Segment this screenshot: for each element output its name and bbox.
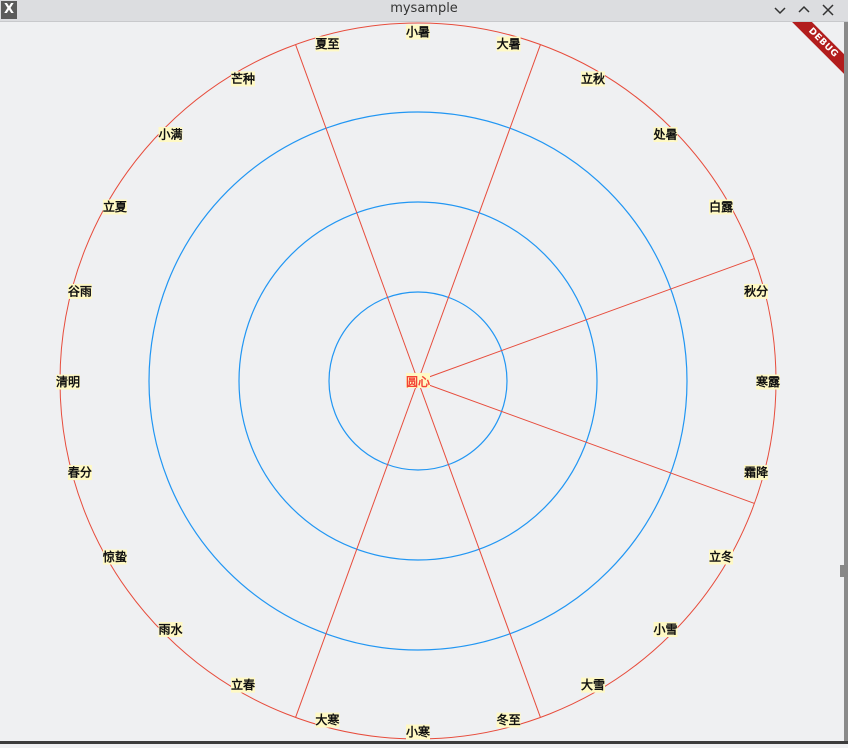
term-label: 谷雨 — [68, 283, 92, 298]
term-label: 立秋 — [581, 71, 606, 86]
debug-banner: DEBUG — [790, 22, 844, 76]
close-button[interactable] — [818, 0, 838, 20]
term-label: 寒露 — [755, 374, 781, 389]
term-label: 芒种 — [231, 71, 255, 86]
minimize-button[interactable] — [770, 0, 790, 20]
term-label: 大寒 — [315, 712, 339, 727]
term-label: 立春 — [231, 677, 256, 692]
spoke-line-5 — [417, 380, 541, 718]
spoke-line-4 — [417, 380, 755, 504]
term-label: 处暑 — [652, 127, 677, 142]
spoke-line-3 — [417, 258, 755, 382]
term-label: 小寒 — [406, 724, 430, 739]
term-label: 白露 — [709, 199, 734, 214]
term-label: 惊蛰 — [103, 549, 127, 564]
spoke-line-2 — [417, 44, 541, 382]
term-label: 清明 — [56, 374, 80, 389]
chevron-down-icon — [774, 7, 786, 15]
chevron-up-icon — [798, 5, 810, 13]
term-label: 夏至 — [315, 37, 339, 51]
term-label: 小满 — [159, 127, 183, 142]
diagram-canvas: 小暑大暑立秋处暑白露秋分寒露霜降立冬小雪大雪冬至小寒 大寒 立春 雨水 惊蛰 春分 清明 谷雨… — [0, 22, 848, 744]
debug-label: DEBUG — [790, 22, 844, 76]
term-label: 立夏 — [103, 199, 128, 214]
solar-terms-wheel: 小暑大暑立秋处暑白露秋分寒露霜降立冬小雪大雪冬至小寒 大寒 立春 雨水 惊蛰 春分 清明 谷雨… — [56, 22, 781, 740]
spoke-line-1 — [295, 44, 419, 382]
term-label: 秋分 — [744, 283, 768, 298]
term-label: 雨水 — [159, 621, 184, 636]
term-label: 大雪 — [581, 677, 605, 692]
center-label: 圆心 — [406, 375, 430, 389]
window-title: mysample — [390, 1, 458, 16]
window-edge — [844, 22, 848, 744]
term-label: 小暑 — [406, 24, 430, 39]
term-label: 大暑 — [497, 36, 521, 51]
window-edge-mark — [840, 565, 848, 577]
window-titlebar: X mysample — [0, 0, 848, 22]
close-icon — [822, 4, 834, 16]
term-label: 霜降 — [743, 465, 769, 480]
maximize-button[interactable] — [794, 0, 814, 20]
term-label: 冬至 — [497, 712, 521, 727]
term-label: 立冬 — [709, 549, 733, 564]
term-label: 春分 — [67, 465, 92, 480]
spoke-line-6 — [295, 380, 419, 718]
term-label: 小雪 — [653, 621, 677, 636]
